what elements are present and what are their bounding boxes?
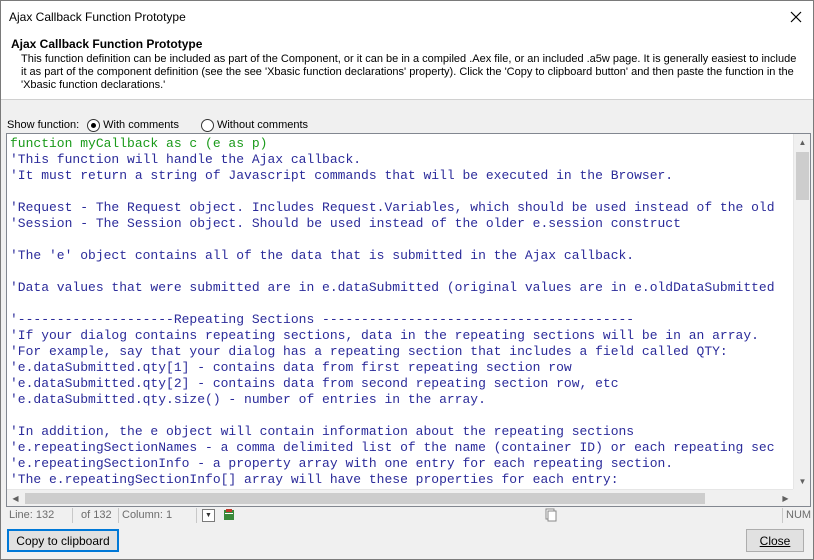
code-line: 'Data values that were submitted are in … — [10, 280, 775, 295]
status-separator — [782, 508, 783, 523]
code-line: 'The 'e' object contains all of the data… — [10, 248, 635, 263]
status-separator — [72, 508, 73, 523]
book-icon[interactable] — [222, 508, 236, 525]
radio-without-comments[interactable]: Without comments — [200, 118, 309, 132]
close-button-label: Close — [759, 533, 791, 548]
horizontal-scroll-thumb[interactable] — [25, 493, 705, 504]
status-separator — [118, 508, 119, 523]
code-line: 'In addition, the e object will contain … — [10, 424, 635, 439]
status-line: Line: 132 — [9, 509, 55, 521]
status-of: of 132 — [81, 509, 112, 521]
code-line: 'Session - The Session object. Should be… — [10, 216, 681, 231]
show-function-row: Show function: With comments Without com… — [7, 117, 308, 133]
code-line: 'It must return a string of Javascript c… — [10, 168, 674, 183]
code-line: 'e.dataSubmitted.qty.size() - number of … — [10, 392, 486, 407]
copy-to-clipboard-button[interactable]: Copy to clipboard — [7, 529, 119, 552]
code-line: 'e.repeatingSectionNames - a comma delim… — [10, 440, 775, 455]
dialog-window: Ajax Callback Function Prototype Ajax Ca… — [0, 0, 814, 560]
code-text-area[interactable]: function myCallback as c (e as p) 'This f… — [10, 136, 793, 488]
button-bar: Copy to clipboard Close — [1, 525, 813, 559]
horizontal-scrollbar[interactable]: ◀ ▶ — [7, 489, 794, 506]
scroll-left-icon[interactable]: ◀ — [7, 490, 24, 506]
scroll-right-icon[interactable]: ▶ — [777, 490, 794, 506]
status-separator — [196, 508, 197, 523]
scroll-down-icon[interactable]: ▼ — [794, 473, 810, 490]
document-icon — [544, 508, 558, 525]
radio-dot[interactable] — [200, 118, 214, 132]
status-num: NUM — [786, 509, 812, 521]
radio-dot-selected[interactable] — [87, 118, 101, 132]
code-line: 'If your dialog contains repeating secti… — [10, 328, 759, 343]
close-button[interactable]: Close — [746, 529, 804, 552]
header-panel: Ajax Callback Function Prototype This fu… — [1, 32, 813, 100]
code-line: 'For example, say that your dialog has a… — [10, 344, 728, 359]
close-icon[interactable] — [779, 1, 813, 32]
code-line: 'e.dataSubmitted.qty[2] - contains data … — [10, 376, 619, 391]
window-title: Ajax Callback Function Prototype — [9, 10, 186, 24]
code-editor[interactable]: function myCallback as c (e as p) 'This f… — [6, 133, 811, 507]
title-bar: Ajax Callback Function Prototype — [1, 1, 813, 32]
show-function-label: Show function: — [7, 119, 80, 131]
code-line: '--------------------Repeating Sections … — [10, 312, 635, 327]
radio-with-comments[interactable]: With comments — [87, 118, 179, 132]
radio-without-comments-label: Without comments — [216, 119, 309, 131]
vertical-scroll-thumb[interactable] — [796, 152, 809, 200]
code-line: 'e.repeatingSectionInfo - a property arr… — [10, 456, 674, 471]
code-line: 'Request - The Request object. Includes … — [10, 200, 775, 215]
status-column: Column: 1 — [122, 509, 173, 521]
code-line: function myCallback as c (e as p) — [10, 136, 268, 151]
code-line: 'The e.repeatingSectionInfo[] array will… — [10, 472, 619, 487]
scrollbar-corner — [793, 489, 810, 506]
radio-with-comments-label: With comments — [103, 119, 179, 131]
code-line: 'This function will handle the Ajax call… — [10, 152, 362, 167]
vertical-scrollbar[interactable]: ▲ ▼ — [793, 134, 810, 490]
status-bar: Line: 132 of 132 Column: 1 ▼ NUM — [6, 507, 811, 524]
header-title: Ajax Callback Function Prototype — [11, 37, 203, 51]
code-line: 'e.dataSubmitted.qty[1] - contains data … — [10, 360, 572, 375]
chevron-down-icon[interactable]: ▼ — [202, 509, 215, 522]
header-description: This function definition can be included… — [21, 53, 797, 91]
scroll-up-icon[interactable]: ▲ — [794, 134, 810, 151]
